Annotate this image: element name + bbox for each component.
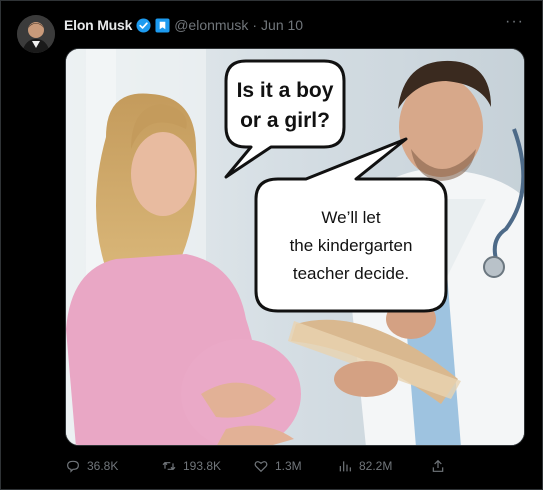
tweet-card: Elon Musk @elonmusk · Jun 10 ··· Is it a… xyxy=(0,0,543,490)
share-icon xyxy=(432,459,444,472)
reply-button[interactable]: 36.8K xyxy=(65,458,118,474)
retweet-icon xyxy=(162,461,176,471)
verified-badge-icon xyxy=(136,17,151,33)
more-options-button[interactable]: ··· xyxy=(505,13,524,31)
avatar[interactable] xyxy=(17,15,55,53)
retweet-button[interactable]: 193.8K xyxy=(161,458,221,474)
share-button[interactable] xyxy=(430,458,446,474)
like-count: 1.3M xyxy=(275,459,302,473)
views-button[interactable]: 82.2M xyxy=(337,458,392,474)
views-count: 82.2M xyxy=(359,459,393,473)
like-button[interactable]: 1.3M xyxy=(253,458,302,474)
separator-dot: · xyxy=(252,17,258,33)
author-name[interactable]: Elon Musk xyxy=(64,17,132,33)
tweet-header: Elon Musk @elonmusk · Jun 10 xyxy=(64,16,303,34)
bubble-right-line3: teacher decide. xyxy=(293,264,409,283)
like-icon xyxy=(254,461,268,473)
tweet-date[interactable]: Jun 10 xyxy=(261,17,303,33)
reply-count: 36.8K xyxy=(87,459,119,473)
tweet-actions: 36.8K 193.8K 1.3M 82.2M xyxy=(65,458,465,478)
reply-icon xyxy=(67,460,79,473)
views-icon xyxy=(339,461,351,472)
bubble-right-line1: We’ll let xyxy=(321,208,380,227)
bubble-left-line1: Is it a boy xyxy=(237,79,334,102)
bubble-right-line2: the kindergarten xyxy=(290,236,413,255)
author-handle[interactable]: @elonmusk xyxy=(174,17,248,33)
retweet-count: 193.8K xyxy=(183,459,222,473)
bubble-left-line2: or a girl? xyxy=(240,109,330,132)
tweet-image[interactable]: Is it a boy or a girl? We’ll let the kin… xyxy=(65,48,525,446)
government-badge-icon xyxy=(155,17,170,33)
